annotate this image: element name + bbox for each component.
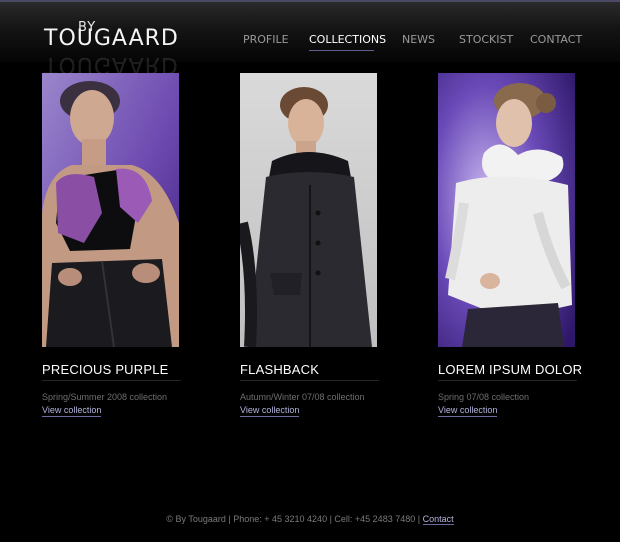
collection-photo-3[interactable] <box>438 73 575 347</box>
collection-season: Spring/Summer 2008 collection <box>42 392 168 402</box>
site-footer: © By Tougaard | Phone: + 45 3210 4240 | … <box>0 514 620 525</box>
collection-divider <box>240 380 379 381</box>
collection-title: LOREM IPSUM DOLOR <box>438 362 583 377</box>
view-collection-link[interactable]: View collection <box>42 405 102 417</box>
model-photo-black-coat <box>240 73 377 347</box>
model-photo-white-jacket <box>438 73 575 347</box>
collection-title: PRECIOUS PURPLE <box>42 362 169 377</box>
view-collection-link[interactable]: View collection <box>240 405 300 417</box>
nav-collections[interactable]: COLLECTIONS <box>309 33 386 46</box>
footer-contact-link[interactable]: Contact <box>422 514 454 525</box>
collection-divider <box>42 380 181 381</box>
collection-divider <box>438 380 577 381</box>
site-header: BY TOUGAARD TOUGAARD PROFILE COLLECTIONS… <box>0 2 620 77</box>
collection-season: Autumn/Winter 07/08 collection <box>240 392 365 402</box>
collection-photo-2[interactable] <box>240 73 377 347</box>
nav-stockist[interactable]: STOCKIST <box>459 33 513 46</box>
collection-season: Spring 07/08 collection <box>438 392 530 402</box>
main-navigation: PROFILE COLLECTIONS NEWS STOCKIST CONTAC… <box>0 33 620 53</box>
collection-photo-1[interactable] <box>42 73 179 347</box>
collection-title: FLASHBACK <box>240 362 320 377</box>
nav-news[interactable]: NEWS <box>402 33 435 46</box>
view-collection-link[interactable]: View collection <box>438 405 498 417</box>
nav-contact[interactable]: CONTACT <box>530 33 582 46</box>
model-photo-purple-vest <box>42 73 179 347</box>
nav-active-underline <box>309 50 374 51</box>
nav-profile[interactable]: PROFILE <box>243 33 289 46</box>
footer-contact-info: © By Tougaard | Phone: + 45 3210 4240 | … <box>166 514 421 524</box>
